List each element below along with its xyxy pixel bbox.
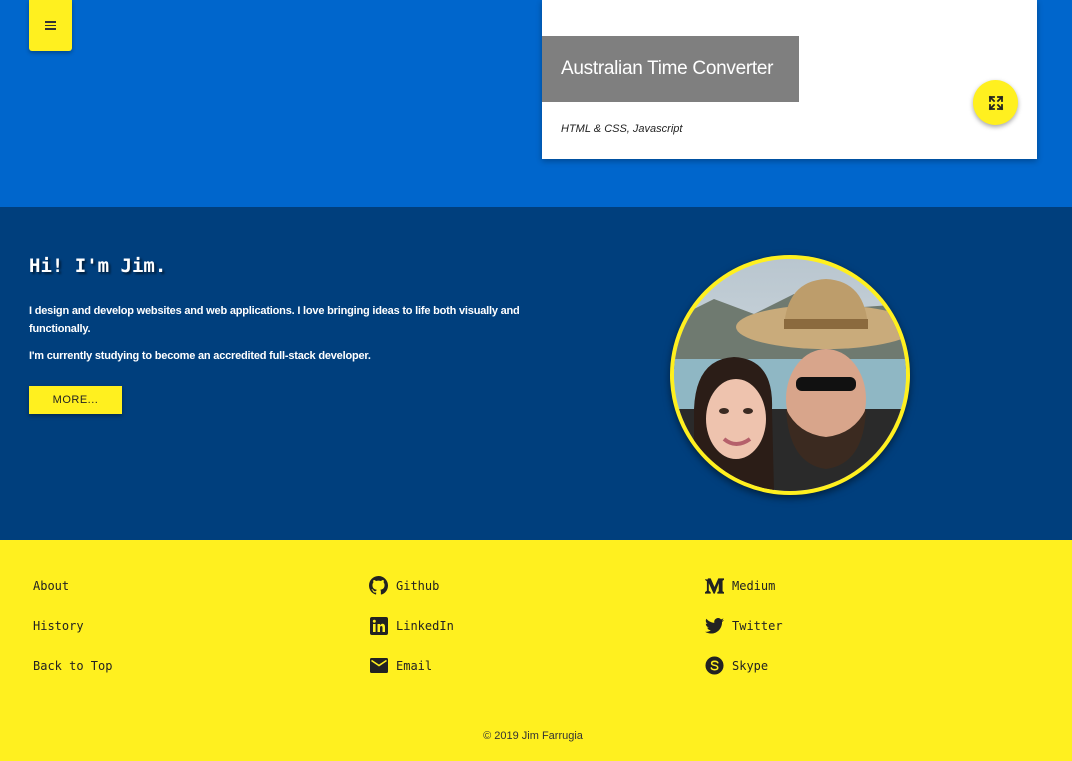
footer-link-label: Medium — [732, 578, 776, 593]
footer-link-linkedin[interactable]: LinkedIn — [369, 616, 454, 635]
footer-link-medium[interactable]: Medium — [705, 576, 775, 595]
expand-button[interactable] — [973, 80, 1018, 125]
avatar — [670, 255, 910, 495]
project-card[interactable]: Australian Time Converter HTML & CSS, Ja… — [542, 0, 1037, 159]
more-button[interactable]: MORE... — [29, 386, 122, 414]
footer-link-label: History — [33, 619, 84, 633]
skype-icon — [705, 656, 724, 675]
footer-link-label: About — [33, 579, 70, 593]
about-paragraph-study: I'm currently studying to become an accr… — [29, 350, 371, 362]
footer-link-twitter[interactable]: Twitter — [705, 616, 783, 635]
project-title[interactable]: Australian Time Converter — [542, 36, 799, 102]
profile-photo — [674, 259, 906, 491]
footer-link-label: Github — [396, 578, 440, 593]
projects-section: Australian Time Converter HTML & CSS, Ja… — [0, 0, 1072, 207]
footer-link-label: Twitter — [732, 618, 783, 633]
footer-link-about[interactable]: About — [33, 579, 69, 593]
footer-link-label: Skype — [732, 658, 769, 673]
hamburger-menu-icon — [45, 21, 56, 30]
email-icon — [369, 656, 388, 675]
footer-link-label: Back to Top — [33, 659, 113, 673]
linkedin-icon — [369, 616, 388, 635]
footer-link-github[interactable]: Github — [369, 576, 439, 595]
project-tags: HTML & CSS, Javascript — [561, 123, 683, 135]
footer-link-skype[interactable]: Skype — [705, 656, 768, 675]
footer-link-history[interactable]: History — [33, 619, 84, 633]
footer-link-label: Email — [396, 658, 433, 673]
footer-link-email[interactable]: Email — [369, 656, 432, 675]
menu-button[interactable] — [29, 0, 72, 51]
twitter-icon — [705, 616, 724, 635]
fullscreen-expand-icon — [988, 95, 1003, 110]
medium-icon — [705, 576, 724, 595]
footer-link-back-to-top[interactable]: Back to Top — [33, 659, 112, 673]
about-heading: Hi! I'm Jim. — [29, 255, 167, 277]
about-paragraph: I design and develop websites and web ap… — [29, 305, 520, 335]
copyright: © 2019 Jim Farrugia — [483, 730, 583, 742]
footer: About History Back to Top Github LinkedI… — [0, 540, 1072, 761]
about-section: Hi! I'm Jim. I design and develop websit… — [0, 207, 1072, 540]
footer-link-label: LinkedIn — [396, 618, 454, 633]
github-icon — [369, 576, 388, 595]
